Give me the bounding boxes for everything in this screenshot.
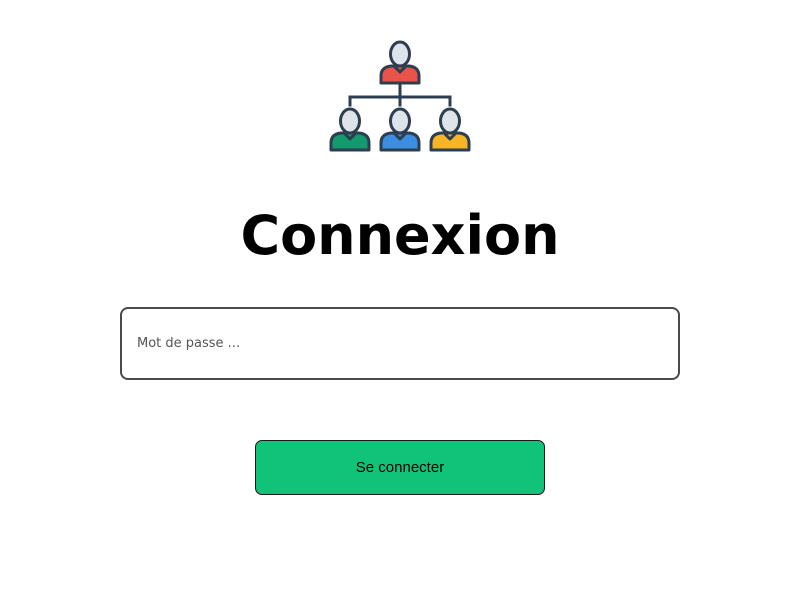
top-person-icon xyxy=(379,40,421,85)
page-title: Connexion xyxy=(240,204,560,267)
middle-person-icon xyxy=(379,107,421,152)
login-button[interactable]: Se connecter xyxy=(255,440,545,495)
connector-lines xyxy=(348,83,452,107)
left-person-icon xyxy=(329,107,371,152)
password-input[interactable] xyxy=(120,307,680,380)
org-chart-icon xyxy=(329,40,471,152)
right-person-icon xyxy=(429,107,471,152)
